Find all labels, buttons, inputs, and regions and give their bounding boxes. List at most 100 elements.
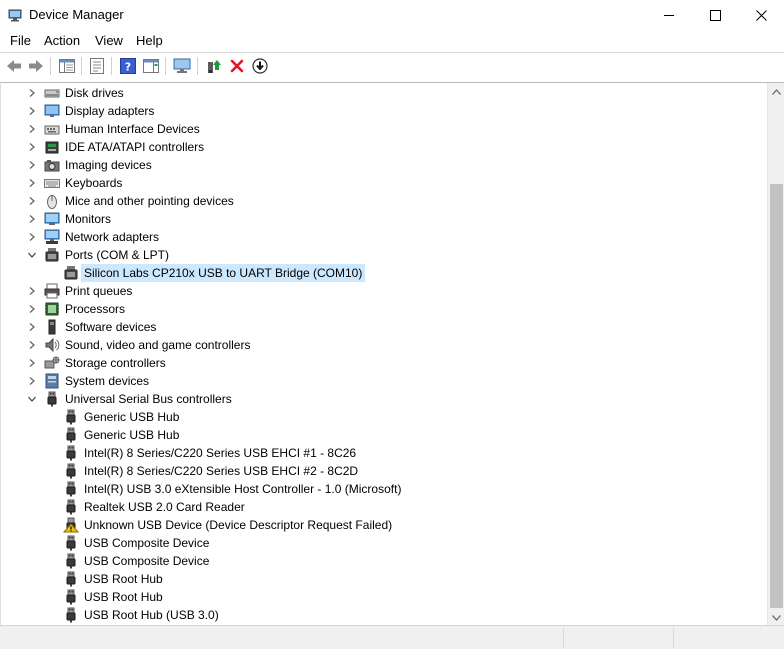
disk-drive-icon: [44, 89, 60, 98]
menu-view[interactable]: View: [95, 33, 123, 48]
device-label: Storage controllers: [65, 356, 166, 370]
chevron-right-icon[interactable]: [27, 376, 37, 386]
device-category[interactable]: Sound, video and game controllers: [1, 336, 765, 354]
software-device-icon: [48, 319, 56, 335]
chevron-down-icon[interactable]: [27, 250, 37, 260]
chevron-right-icon[interactable]: [27, 106, 37, 116]
chevron-right-icon[interactable]: [27, 88, 37, 98]
device-item[interactable]: Intel(R) 8 Series/C220 Series USB EHCI #…: [1, 462, 765, 480]
device-item[interactable]: USB Root Hub: [1, 588, 765, 606]
device-category[interactable]: Ports (COM & LPT): [1, 246, 765, 264]
device-label: Software devices: [65, 320, 157, 334]
device-category[interactable]: Imaging devices: [1, 156, 765, 174]
device-label: Keyboards: [65, 176, 123, 190]
device-label: USB Root Hub: [84, 590, 163, 604]
device-category[interactable]: Monitors: [1, 210, 765, 228]
device-label: Monitors: [65, 212, 112, 226]
usb-icon: [66, 571, 76, 587]
toolbar-separator: [50, 57, 51, 75]
device-item[interactable]: Generic USB Hub: [1, 426, 765, 444]
minimize-button[interactable]: [646, 0, 692, 30]
device-label: Print queues: [65, 284, 133, 298]
device-item[interactable]: USB Composite Device: [1, 552, 765, 570]
chevron-right-icon[interactable]: [27, 304, 37, 314]
chevron-right-icon[interactable]: [27, 340, 37, 350]
vertical-scrollbar[interactable]: [767, 83, 784, 625]
device-item[interactable]: Realtek USB 2.0 Card Reader: [1, 498, 765, 516]
update-driver-button[interactable]: [204, 56, 224, 76]
action-pane-button[interactable]: [141, 56, 161, 76]
port-icon: [64, 266, 78, 280]
menu-file[interactable]: File: [10, 33, 31, 48]
device-item[interactable]: USB Root Hub (USB 3.0): [1, 606, 765, 624]
toolbar: ?: [0, 52, 784, 78]
chevron-right-icon[interactable]: [27, 322, 37, 332]
disable-device-button[interactable]: [250, 56, 270, 76]
device-category[interactable]: Print queues: [1, 282, 765, 300]
device-item[interactable]: Intel(R) 8 Series/C220 Series USB EHCI #…: [1, 444, 765, 462]
help-button[interactable]: ?: [118, 56, 138, 76]
chevron-right-icon[interactable]: [27, 124, 37, 134]
display-adapter-icon: [44, 104, 60, 117]
toolbar-separator: [165, 57, 166, 75]
show-hide-console-tree-button[interactable]: [57, 56, 77, 76]
device-category[interactable]: Universal Serial Bus controllers: [1, 390, 765, 408]
device-item[interactable]: USB Composite Device: [1, 534, 765, 552]
usb-icon: [66, 409, 76, 425]
device-category[interactable]: Storage controllers: [1, 354, 765, 372]
device-category[interactable]: Network adapters: [1, 228, 765, 246]
device-category[interactable]: Processors: [1, 300, 765, 318]
scan-hardware-button[interactable]: [172, 56, 192, 76]
help-icon: ?: [120, 58, 136, 74]
device-label: Network adapters: [65, 230, 160, 244]
chevron-right-icon[interactable]: [27, 142, 37, 152]
back-button[interactable]: [4, 56, 24, 76]
scroll-up-button[interactable]: [768, 83, 784, 100]
chevron-down-icon[interactable]: [27, 394, 37, 404]
device-category[interactable]: Human Interface Devices: [1, 120, 765, 138]
device-item[interactable]: USB Root Hub: [1, 570, 765, 588]
device-category[interactable]: Software devices: [1, 318, 765, 336]
uninstall-device-button[interactable]: [227, 56, 247, 76]
device-label: USB Root Hub: [84, 572, 163, 586]
device-item[interactable]: Silicon Labs CP210x USB to UART Bridge (…: [1, 264, 765, 282]
menu-help[interactable]: Help: [136, 33, 163, 48]
chevron-right-icon[interactable]: [27, 286, 37, 296]
uninstall-icon: [230, 59, 244, 73]
device-label: Mice and other pointing devices: [65, 194, 234, 208]
chevron-right-icon[interactable]: [27, 178, 37, 188]
minimize-icon: [663, 14, 674, 16]
status-bar: [0, 625, 784, 649]
chevron-right-icon[interactable]: [27, 358, 37, 368]
close-button[interactable]: [738, 0, 784, 30]
chevron-right-icon[interactable]: [27, 214, 37, 224]
scroll-down-button[interactable]: [768, 609, 784, 625]
device-category[interactable]: Disk drives: [1, 84, 765, 102]
device-manager-icon: [8, 9, 22, 22]
usb-icon: [66, 535, 76, 551]
device-label: IDE ATA/ATAPI controllers: [65, 140, 205, 154]
device-label: Sound, video and game controllers: [65, 338, 251, 352]
usb-warning-icon: [63, 517, 79, 533]
usb-icon: [66, 481, 76, 497]
device-tree[interactable]: Disk drives Display adapters Human Interfa…: [0, 82, 784, 625]
device-category[interactable]: Display adapters: [1, 102, 765, 120]
menu-action[interactable]: Action: [44, 33, 80, 48]
properties-button[interactable]: [87, 56, 107, 76]
chevron-right-icon[interactable]: [27, 160, 37, 170]
device-item[interactable]: Generic USB Hub: [1, 408, 765, 426]
device-label: Imaging devices: [65, 158, 152, 172]
chevron-right-icon[interactable]: [27, 196, 37, 206]
device-item[interactable]: Intel(R) USB 3.0 eXtensible Host Control…: [1, 480, 765, 498]
device-category[interactable]: System devices: [1, 372, 765, 390]
device-category[interactable]: IDE ATA/ATAPI controllers: [1, 138, 765, 156]
scrollbar-thumb[interactable]: [770, 184, 783, 608]
device-category[interactable]: Mice and other pointing devices: [1, 192, 765, 210]
device-category[interactable]: Keyboards: [1, 174, 765, 192]
maximize-button[interactable]: [692, 0, 738, 30]
title-bar: Device Manager: [0, 0, 784, 30]
device-item[interactable]: Unknown USB Device (Device Descriptor Re…: [1, 516, 765, 534]
chevron-right-icon[interactable]: [27, 232, 37, 242]
maximize-icon: [709, 9, 721, 21]
forward-button[interactable]: [26, 56, 46, 76]
